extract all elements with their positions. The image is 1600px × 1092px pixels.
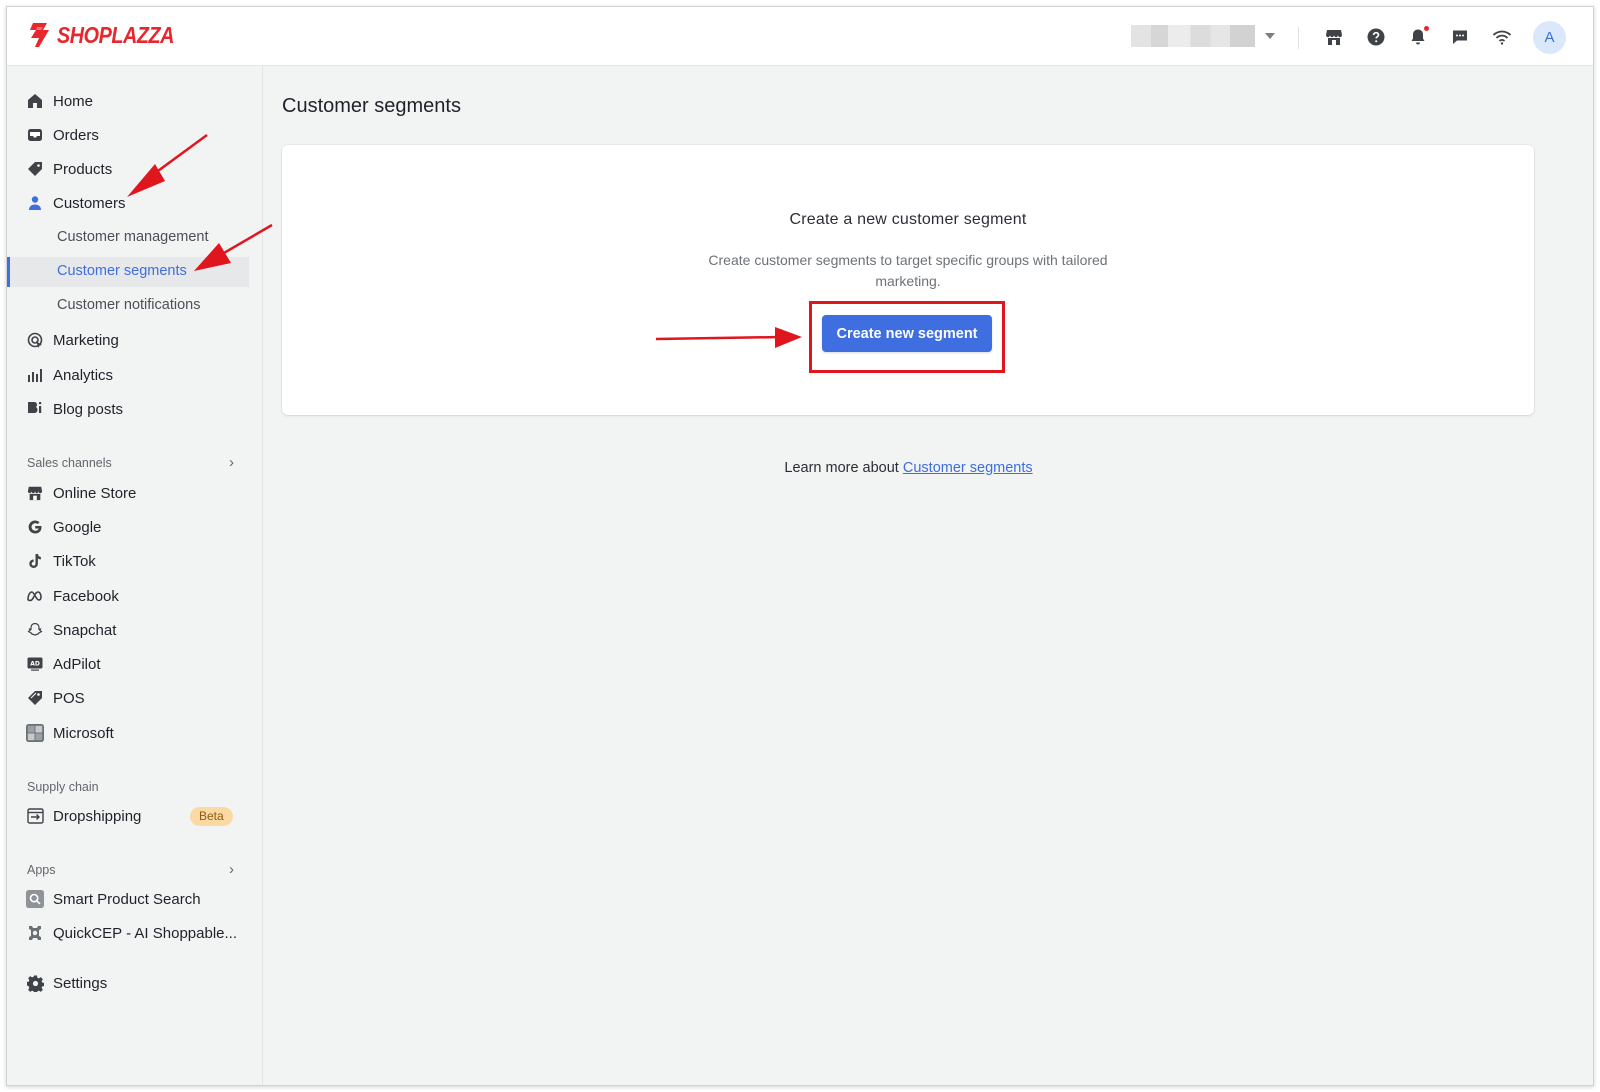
microsoft-icon [26,724,44,742]
learn-more-text: Learn more about Customer segments [7,460,1540,476]
sidebar-item-label: Products [53,160,113,178]
top-bar: SHOPLAZZA A [7,7,1593,66]
chat-icon[interactable] [1450,27,1470,47]
sidebar-item-label: Google [53,518,102,536]
page-title: Customer segments [282,95,461,117]
pos-tag-icon [26,689,44,707]
empty-state-description: Create customer segments to target speci… [708,252,1108,289]
bar-chart-icon [26,366,44,384]
customer-segments-link[interactable]: Customer segments [903,460,1033,476]
sidebar-item-label: Analytics [53,366,114,384]
sidebar-item-pos[interactable]: POS [7,683,249,713]
sidebar-subitem-label: Customer segments [57,263,187,279]
sidebar-item-online-store[interactable]: Online Store [7,478,249,508]
sidebar-item-label: Dropshipping [53,807,142,825]
sidebar-item-dropshipping[interactable]: Dropshipping Beta [7,801,249,831]
wifi-icon[interactable] [1492,27,1512,47]
sidebar-item-tiktok[interactable]: TikTok [7,546,249,576]
dropshipping-icon [26,807,44,825]
chevron-down-icon [1265,33,1275,39]
person-icon [26,194,44,212]
sidebar-item-customers[interactable]: Customers [7,188,249,218]
home-icon [26,92,44,110]
sidebar-item-smart-product-search[interactable]: Smart Product Search [7,884,249,914]
gear-icon [26,974,44,992]
brand-name: SHOPLAZZA [57,21,175,48]
store-switcher[interactable] [1131,25,1275,47]
empty-state-title: Create a new customer segment [789,211,1027,228]
sidebar-item-label: TikTok [53,552,96,570]
sidebar-subitem-customer-notifications[interactable]: Customer notifications [7,291,249,321]
storefront-icon [26,484,44,502]
sidebar-item-orders[interactable]: Orders [7,120,249,150]
sidebar-item-settings[interactable]: Settings [7,968,249,998]
sidebar: Home Orders Products Customers Customer … [7,66,263,1085]
learn-more-prefix: Learn more about [784,460,903,476]
search-app-icon [26,890,44,908]
empty-state-card: Create a new customer segment Create cus… [282,145,1534,415]
sidebar-item-label: Settings [53,974,108,992]
storefront-icon[interactable] [1324,27,1344,47]
notification-dot [1424,26,1429,31]
beta-badge: Beta [190,807,233,826]
sidebar-item-label: QuickCEP - AI Shoppable... [53,924,237,942]
sidebar-item-facebook[interactable]: Facebook [7,581,249,611]
sidebar-item-label: Online Store [53,484,137,502]
sidebar-subitem-customer-management[interactable]: Customer management [7,223,249,253]
ad-icon: AD [26,655,44,673]
inbox-icon [26,126,44,144]
sidebar-item-label: Customers [53,194,126,212]
sidebar-item-label: Orders [53,126,99,144]
sidebar-item-label: Facebook [53,587,119,605]
sidebar-item-analytics[interactable]: Analytics [7,360,249,390]
tag-icon [26,160,44,178]
sidebar-item-label: Snapchat [53,621,117,639]
sidebar-item-label: AdPilot [53,655,101,673]
logo[interactable]: SHOPLAZZA [27,21,193,49]
sidebar-item-label: Microsoft [53,724,114,742]
sidebar-item-marketing[interactable]: Marketing [7,325,249,355]
help-icon[interactable] [1366,27,1386,47]
active-indicator [7,257,10,287]
chevron-right-icon[interactable]: › [229,861,234,878]
sidebar-item-home[interactable]: Home [7,86,249,116]
sidebar-item-snapchat[interactable]: Snapchat [7,615,249,645]
svg-text:AD: AD [30,661,40,668]
sidebar-item-label: Blog posts [53,400,124,418]
sidebar-item-products[interactable]: Products [7,154,249,184]
sidebar-item-label: Marketing [53,331,119,349]
google-icon [26,518,44,536]
app-window: SHOPLAZZA A Home Orders Products Custome… [6,6,1594,1086]
sidebar-item-quickcep[interactable]: QuickCEP - AI Shoppable... [7,918,249,948]
section-heading-supply-chain: Supply chain [27,780,99,794]
gear-app-icon [26,924,44,942]
shoplazza-logo-icon [30,23,49,47]
sidebar-item-label: Smart Product Search [53,890,201,908]
meta-icon [26,587,44,605]
topbar-divider [1298,27,1299,49]
blog-icon [26,400,44,418]
marketing-icon [26,331,44,349]
section-heading-apps: Apps [27,863,56,877]
avatar[interactable]: A [1533,21,1566,54]
store-name-redacted [1131,25,1255,47]
sidebar-item-microsoft[interactable]: Microsoft [7,718,249,748]
sidebar-item-blog-posts[interactable]: Blog posts [7,394,249,424]
bell-icon[interactable] [1408,26,1429,47]
sidebar-item-label: POS [53,689,85,707]
create-new-segment-button[interactable]: Create new segment [822,315,992,352]
tiktok-icon [26,552,44,570]
sidebar-item-label: Home [53,92,94,110]
sidebar-subitem-label: Customer notifications [57,297,201,313]
snapchat-icon [26,621,44,639]
sidebar-subitem-customer-segments[interactable]: Customer segments [7,257,249,287]
sidebar-subitem-label: Customer management [57,229,209,245]
sidebar-item-google[interactable]: Google [7,512,249,542]
sidebar-item-adpilot[interactable]: AD AdPilot [7,649,249,679]
